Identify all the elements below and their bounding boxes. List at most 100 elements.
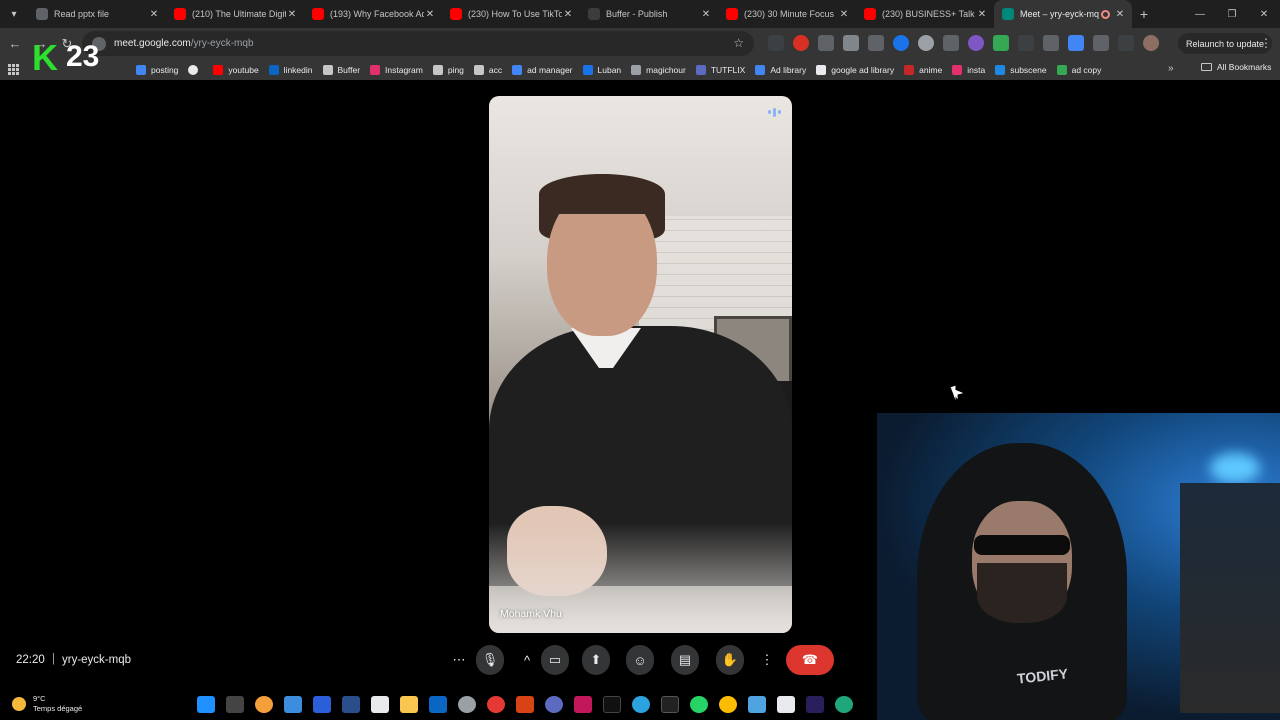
extension-icon[interactable] — [1068, 35, 1084, 51]
close-tab-icon[interactable]: ✕ — [562, 9, 574, 20]
opera-icon[interactable] — [487, 696, 505, 713]
audio-level-icon — [766, 106, 782, 118]
bookmark-item[interactable]: Instagram — [370, 64, 423, 75]
close-tab-icon[interactable]: ✕ — [148, 9, 160, 20]
extension-icon[interactable] — [843, 35, 859, 51]
browser-tab[interactable]: Meet – yry-eyck-mq ✕ — [994, 0, 1132, 28]
bookmark-item[interactable]: ping — [432, 64, 464, 75]
extensions-puzzle-icon[interactable] — [1093, 35, 1109, 51]
more-bookmarks-icon[interactable]: » — [1168, 63, 1174, 74]
close-tab-icon[interactable]: ✕ — [424, 9, 436, 20]
app-icon[interactable] — [342, 696, 360, 713]
extension-icon[interactable] — [1018, 35, 1034, 51]
browser-tab[interactable]: (230) BUSINESS+ Talk # ✕ — [856, 0, 994, 28]
app-icon[interactable] — [748, 696, 766, 713]
emoji-reaction-button[interactable]: ☺ — [626, 645, 654, 675]
app-icon[interactable] — [313, 696, 331, 713]
bookmark-item[interactable]: acc — [473, 64, 502, 75]
address-bar[interactable]: meet.google.com/yry-eyck-mqb ☆ — [82, 31, 754, 56]
close-window-icon[interactable]: ✕ — [1248, 0, 1280, 28]
media-control-icon[interactable] — [1118, 35, 1134, 51]
extension-icon[interactable] — [1043, 35, 1059, 51]
captions-button[interactable]: ▤ — [671, 645, 699, 675]
close-tab-icon[interactable]: ✕ — [1114, 9, 1126, 20]
mail-icon[interactable] — [429, 696, 447, 713]
telegram-icon[interactable] — [632, 696, 650, 713]
bookmark-item[interactable]: Luban — [582, 64, 621, 75]
close-tab-icon[interactable]: ✕ — [976, 9, 988, 20]
all-bookmarks-button[interactable]: All Bookmarks — [1201, 62, 1271, 72]
browser-tab[interactable]: (230) 30 Minute Focus ✕ — [718, 0, 856, 28]
profile-avatar[interactable] — [1143, 35, 1159, 51]
settings-gear-icon[interactable] — [458, 696, 476, 713]
copilot-icon[interactable] — [255, 696, 273, 713]
bookmark-item[interactable]: TUTFLIX — [695, 64, 745, 75]
premiere-icon[interactable] — [806, 696, 824, 713]
tiktok-icon[interactable] — [603, 696, 621, 713]
bookmark-star-icon[interactable]: ☆ — [733, 36, 744, 50]
file-explorer-icon[interactable] — [371, 696, 389, 713]
bookmark-item[interactable]: insta — [952, 64, 985, 75]
bookmark-item[interactable]: posting — [136, 64, 178, 75]
windows-start-icon[interactable] — [197, 696, 215, 713]
extension-icon[interactable] — [868, 35, 884, 51]
extension-icon[interactable] — [918, 35, 934, 51]
bookmark-item[interactable]: ad copy — [1056, 64, 1101, 75]
close-tab-icon[interactable]: ✕ — [286, 9, 298, 20]
more-actions-button[interactable]: ⋮ — [757, 645, 777, 675]
extension-icon[interactable] — [968, 35, 984, 51]
weather-widget[interactable]: 9°C Temps dégagé — [12, 694, 82, 714]
close-tab-icon[interactable]: ✕ — [838, 9, 850, 20]
edge-icon[interactable] — [835, 696, 853, 713]
bookmark-item[interactable]: Buffer — [322, 64, 360, 75]
bookmark-item[interactable]: Ad library — [755, 64, 806, 75]
bookmark-item[interactable]: ad manager — [512, 64, 573, 75]
task-view-icon[interactable] — [226, 696, 244, 713]
more-options-button[interactable]: ⋯ — [445, 645, 473, 675]
back-button[interactable]: ← — [2, 31, 28, 57]
extension-icon[interactable] — [818, 35, 834, 51]
leave-call-button[interactable]: ☎ — [786, 645, 834, 675]
bookmark-item[interactable] — [188, 64, 203, 75]
app-icon[interactable] — [516, 696, 534, 713]
raise-hand-button[interactable]: ✋ — [716, 645, 744, 675]
bookmark-item[interactable]: linkedin — [268, 64, 313, 75]
camera-button[interactable]: ▭ — [541, 645, 569, 675]
notion-icon[interactable] — [777, 696, 795, 713]
camera-icon: ▭ — [548, 652, 562, 667]
browser-tab[interactable]: (193) Why Facebook Ad ✕ — [304, 0, 442, 28]
close-tab-icon[interactable]: ✕ — [700, 9, 712, 20]
app-icon[interactable] — [661, 696, 679, 713]
bookmark-item[interactable]: google ad library — [816, 64, 894, 75]
extension-icon[interactable] — [993, 35, 1009, 51]
browser-tab[interactable]: (230) How To Use TikTok ✕ — [442, 0, 580, 28]
extension-icon[interactable] — [943, 35, 959, 51]
browser-tab[interactable]: Buffer - Publish ✕ — [580, 0, 718, 28]
browser-tab[interactable]: (210) The Ultimate Digit ✕ — [166, 0, 304, 28]
browser-menu-icon[interactable]: ⋮ — [1260, 36, 1272, 50]
chrome-icon[interactable] — [719, 696, 737, 713]
apps-grid-icon[interactable] — [8, 63, 20, 76]
extension-icon[interactable] — [793, 35, 809, 51]
bookmark-item[interactable]: subscene — [995, 64, 1047, 75]
app-icon[interactable] — [545, 696, 563, 713]
mic-options-button[interactable]: ^ — [516, 645, 538, 675]
minimize-icon[interactable]: — — [1184, 0, 1216, 28]
microphone-button[interactable]: 🎙 — [476, 645, 504, 675]
bookmark-item[interactable]: youtube — [213, 64, 259, 75]
extension-icon[interactable] — [893, 35, 909, 51]
whatsapp-icon[interactable] — [690, 696, 708, 713]
new-tab-button[interactable]: + — [1132, 6, 1156, 22]
relaunch-button[interactable]: Relaunch to update — [1178, 33, 1273, 54]
bookmark-item[interactable]: magichour — [631, 64, 686, 75]
app-icon[interactable] — [574, 696, 592, 713]
bookmark-item[interactable]: anime — [904, 64, 942, 75]
app-icon[interactable] — [284, 696, 302, 713]
participant-video-tile[interactable]: Mohamk Vhu — [489, 96, 792, 633]
browser-tab[interactable]: Read pptx file ✕ — [28, 0, 166, 28]
store-icon[interactable] — [400, 696, 418, 713]
present-screen-button[interactable]: ⬆ — [582, 645, 610, 675]
extension-icon[interactable] — [768, 35, 784, 51]
restore-icon[interactable]: ❐ — [1216, 0, 1248, 28]
tab-search-icon[interactable]: ▾ — [0, 0, 28, 28]
